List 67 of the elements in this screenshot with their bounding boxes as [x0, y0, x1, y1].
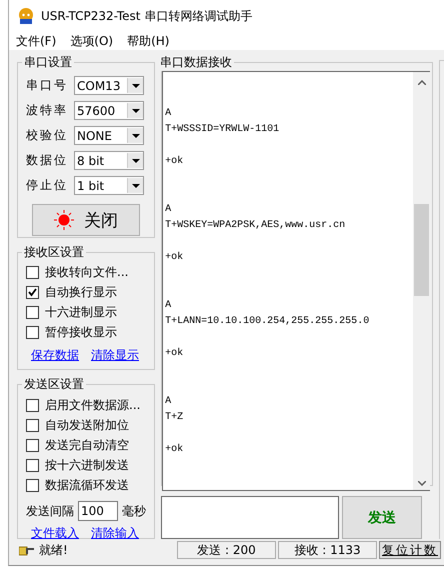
- scroll-thumb[interactable]: [414, 204, 430, 296]
- group-title: 发送区设置: [23, 376, 85, 393]
- received-line: +ok: [165, 442, 184, 457]
- pointing-hand-icon: [19, 544, 35, 556]
- received-line: +ok: [165, 154, 184, 169]
- dropdown[interactable]: 8 bit: [74, 151, 144, 170]
- close-port-button[interactable]: 关闭: [32, 204, 140, 236]
- caret-icon: [127, 128, 143, 143]
- dropdown[interactable]: 1 bit: [74, 176, 144, 195]
- group-title: 串口设置: [23, 54, 73, 71]
- dropdown[interactable]: NONE: [74, 126, 144, 145]
- checkbox[interactable]: 发送完自动清空: [26, 435, 146, 455]
- app-icon: [17, 7, 35, 25]
- checkbox[interactable]: 暂停接收显示: [26, 322, 146, 343]
- menu-item[interactable]: 帮助(H): [122, 32, 174, 50]
- received-line: T+WSSSID=YRWLW-1101: [165, 123, 280, 137]
- caret-icon: [127, 78, 143, 93]
- field-label: 校验位: [26, 127, 69, 144]
- scroll-up-icon[interactable]: [418, 80, 426, 85]
- scroll-down-icon[interactable]: [418, 481, 426, 486]
- send-button[interactable]: 发送: [342, 496, 422, 539]
- menu-item[interactable]: 文件(F): [11, 32, 62, 50]
- window-title: USR-TCP232-Test 串口转网络调试助手: [41, 8, 252, 24]
- link[interactable]: 清除显示: [91, 346, 139, 364]
- received-line: A: [165, 299, 172, 313]
- checkbox[interactable]: 启用文件数据源...: [26, 395, 146, 415]
- received-line: T+Z: [165, 411, 184, 425]
- link[interactable]: 清除输入: [91, 525, 139, 542]
- interval-field[interactable]: 100: [78, 501, 118, 521]
- checkbox[interactable]: 自动换行显示: [26, 282, 146, 303]
- scrollbar[interactable]: [413, 72, 430, 490]
- group-title: 串口数据接收: [159, 54, 234, 71]
- group-title: 接收区设置: [23, 244, 85, 261]
- checkmark-icon: [28, 288, 37, 298]
- checkbox[interactable]: 自动发送附加位: [26, 415, 146, 435]
- received-line: T+LANN=10.10.100.254,255.255.255.0: [165, 315, 370, 329]
- field-label: 数据位: [26, 152, 69, 169]
- caret-icon: [127, 103, 143, 118]
- send-input-field[interactable]: [161, 496, 340, 539]
- received-line: +ok: [165, 250, 184, 265]
- field-label: 串口号: [26, 77, 69, 94]
- received-line: A: [165, 395, 172, 409]
- received-line: T+WSKEY=WPA2PSK,AES,www.usr.cn: [165, 219, 346, 233]
- unit-label: 毫秒: [122, 502, 146, 520]
- status-message: 就绪!: [39, 542, 68, 558]
- field-label: 停止位: [26, 177, 69, 194]
- checkbox[interactable]: 十六进制显示: [26, 302, 146, 323]
- received-counter: 接收 : 1133: [278, 541, 377, 559]
- led-icon: [54, 210, 74, 230]
- field-label: 发送间隔: [26, 502, 74, 520]
- received-line: +ok: [165, 346, 184, 361]
- checkbox[interactable]: 接收转向文件...: [26, 262, 146, 283]
- received-line: A: [165, 203, 172, 217]
- received-line: A: [165, 107, 172, 121]
- receive-area[interactable]: A T+WSSSID=YRWLW-1101 +ok A T+WSKEY=WPA2PSK,AES,www.usr.cn +ok A T+LANN=10.10.100.254,255.255.255.0 +ok A T+Z +ok: [162, 71, 430, 491]
- reset-count-button[interactable]: 复位计数: [379, 541, 441, 559]
- caret-icon: [127, 178, 143, 193]
- menu-item[interactable]: 选项(O): [65, 32, 118, 50]
- caret-icon: [127, 153, 143, 168]
- dropdown[interactable]: 57600: [74, 101, 144, 120]
- link[interactable]: 保存数据: [31, 346, 79, 364]
- sent-counter: 发送 : 200: [177, 541, 276, 559]
- link[interactable]: 文件载入: [31, 525, 79, 542]
- checkbox[interactable]: 按十六进制发送: [26, 455, 146, 475]
- checkbox[interactable]: 数据流循环发送: [26, 475, 146, 495]
- dropdown[interactable]: COM13: [74, 76, 144, 95]
- field-label: 波特率: [26, 102, 69, 119]
